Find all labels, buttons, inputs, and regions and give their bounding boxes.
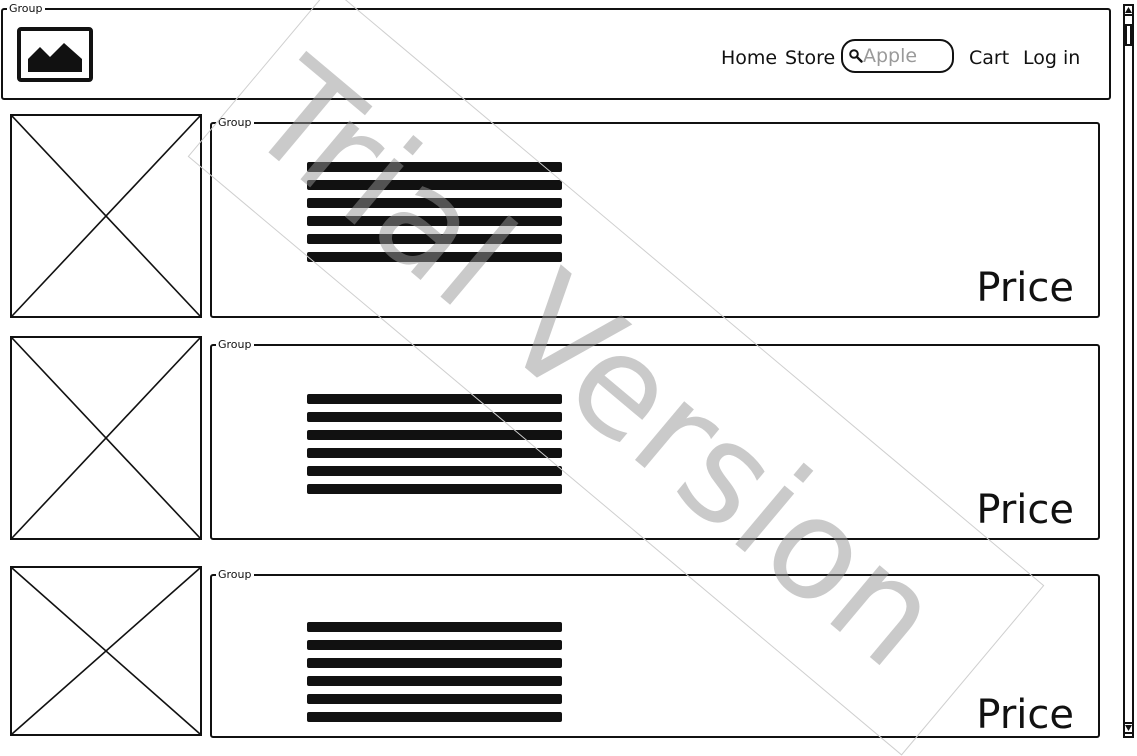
image-placeholder-icon [12, 338, 200, 538]
product-image[interactable] [10, 566, 202, 736]
product-group-label: Group [216, 338, 254, 352]
image-icon [28, 43, 82, 72]
product-image[interactable] [10, 114, 202, 318]
image-placeholder-icon [12, 116, 200, 316]
product-group[interactable]: Group Price [210, 116, 1100, 318]
product-description-placeholder [307, 394, 562, 502]
nav-home-link[interactable]: Home [721, 46, 777, 70]
arrow-up-icon [1125, 7, 1132, 13]
scrollbar-track[interactable] [1123, 4, 1134, 738]
product-group[interactable]: Group Price [210, 338, 1100, 540]
logo[interactable] [17, 27, 93, 82]
search-input[interactable] [863, 44, 949, 68]
search-box[interactable] [841, 39, 954, 73]
image-placeholder-icon [12, 568, 200, 734]
header-group: Group Home Store Cart Log in [1, 2, 1111, 100]
nav-store-link[interactable]: Store [785, 46, 835, 70]
scroll-down-button[interactable] [1123, 722, 1134, 734]
search-icon [849, 49, 863, 63]
nav-cart-link[interactable]: Cart [969, 46, 1009, 70]
product-group-label: Group [216, 568, 254, 582]
product-group[interactable]: Group Price [210, 568, 1100, 738]
nav-login-link[interactable]: Log in [1023, 46, 1080, 70]
product-group-label: Group [216, 116, 254, 130]
product-image[interactable] [10, 336, 202, 540]
product-price: Price [976, 265, 1074, 311]
product-price: Price [976, 692, 1074, 738]
header-group-label: Group [7, 2, 45, 16]
arrow-down-icon [1125, 725, 1132, 731]
scroll-up-button[interactable] [1123, 4, 1134, 16]
scrollbar-thumb[interactable] [1125, 24, 1132, 46]
product-price: Price [976, 487, 1074, 533]
product-description-placeholder [307, 622, 562, 730]
vertical-scrollbar[interactable] [1120, 4, 1137, 738]
product-description-placeholder [307, 162, 562, 270]
